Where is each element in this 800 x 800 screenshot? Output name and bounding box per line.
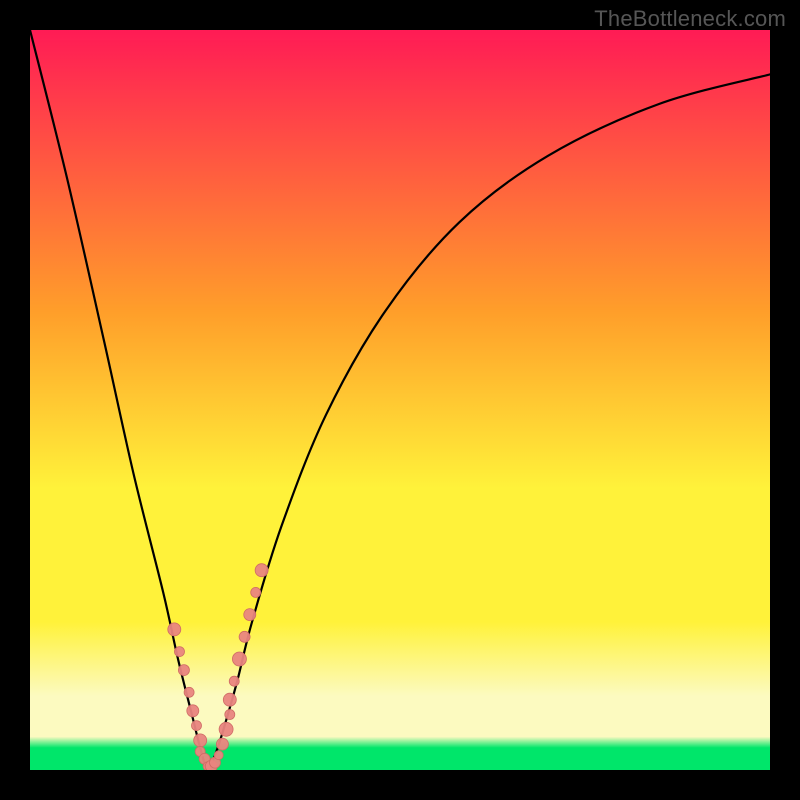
sample-point	[214, 751, 223, 760]
sample-point	[244, 609, 256, 621]
sample-point	[194, 734, 207, 747]
sample-point	[229, 676, 239, 686]
sample-point	[174, 647, 184, 657]
sample-point	[219, 722, 233, 736]
plot-area	[30, 30, 770, 770]
sample-point	[223, 693, 236, 706]
sample-point	[255, 564, 268, 577]
sample-point	[251, 587, 261, 597]
sample-point	[168, 623, 181, 636]
sample-point	[239, 631, 250, 642]
gradient-background	[30, 30, 770, 770]
sample-point	[216, 738, 228, 750]
sample-point	[225, 710, 235, 720]
sample-point	[192, 721, 202, 731]
chart-svg	[30, 30, 770, 770]
sample-point	[232, 652, 246, 666]
chart-frame: TheBottleneck.com	[0, 0, 800, 800]
sample-point	[184, 687, 194, 697]
watermark-text: TheBottleneck.com	[594, 6, 786, 32]
sample-point	[178, 665, 189, 676]
sample-point	[187, 705, 199, 717]
